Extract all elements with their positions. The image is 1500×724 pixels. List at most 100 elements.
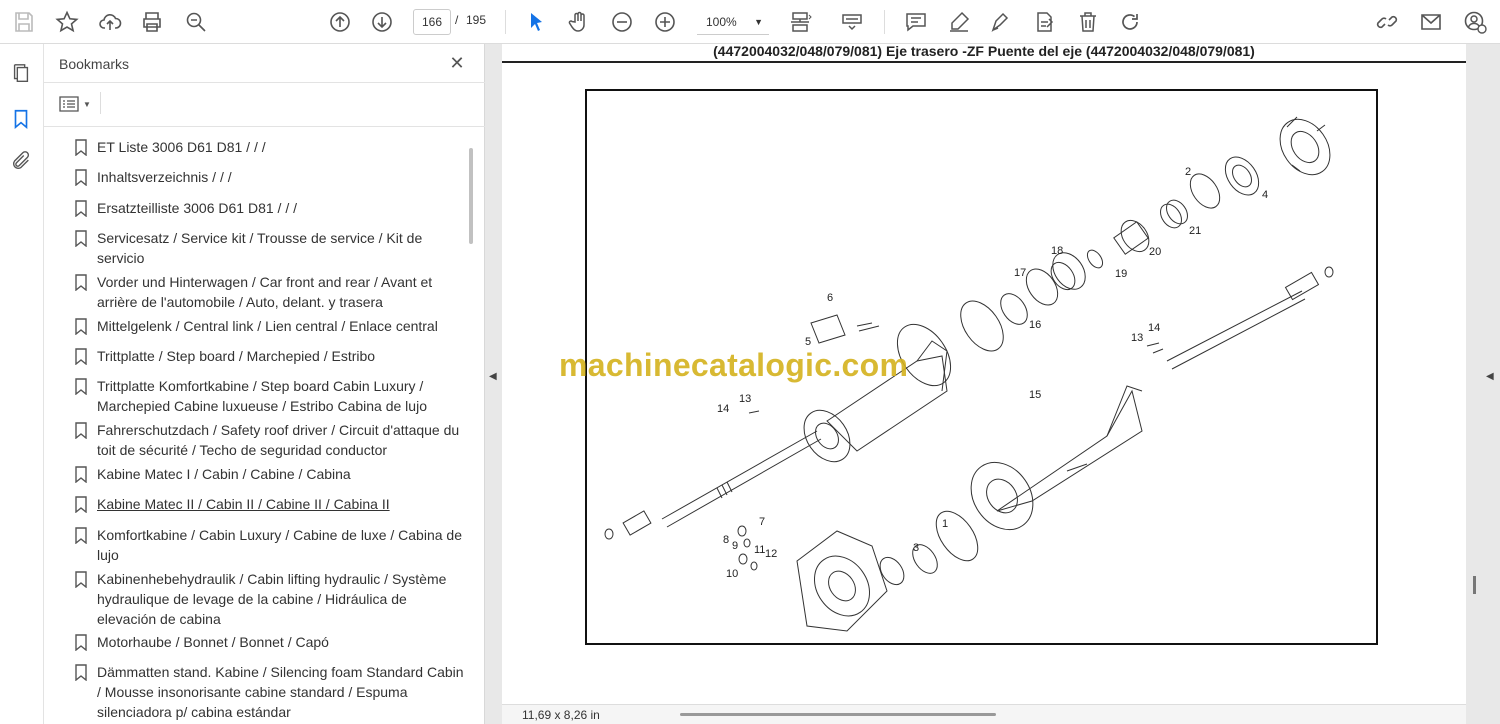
left-navigation-rail (0, 44, 44, 724)
share-link-icon[interactable] (1372, 7, 1402, 37)
collapse-left-icon[interactable]: ◀ (489, 371, 497, 382)
trash-icon[interactable] (1073, 7, 1103, 37)
bookmark-label: Mittelgelenk / Central link / Lien centr… (97, 318, 438, 334)
previous-page-icon[interactable] (325, 7, 355, 37)
callout-label: 12 (765, 548, 777, 560)
top-toolbar: 166 / 195 100% ▼ (0, 0, 1500, 44)
chevron-down-icon: ▼ (754, 17, 763, 27)
bookmark-icon (75, 422, 87, 439)
bookmarks-scrollbar[interactable] (469, 148, 473, 244)
bookmark-icon (75, 466, 87, 483)
zoom-search-icon[interactable] (181, 7, 211, 37)
bookmark-label: Kabinenhebehydraulik / Cabin lifting hyd… (97, 571, 447, 627)
keyboard-scroll-icon[interactable] (837, 7, 867, 37)
toolbar-divider (884, 10, 885, 34)
callout-label: 14 (1148, 322, 1160, 334)
document-viewport: ◀ (4472004032/048/079/081) Eje trasero -… (485, 44, 1500, 724)
panel-title: Bookmarks (59, 56, 130, 72)
bookmark-icon (75, 200, 87, 217)
bookmark-icon (75, 664, 87, 681)
callout-label: 2 (1185, 166, 1191, 178)
star-icon[interactable] (52, 7, 82, 37)
watermark-text: machinecatalogic.com (559, 347, 909, 383)
callout-label: 18 (1051, 245, 1063, 257)
callout-label: 7 (759, 516, 765, 528)
callout-label: 10 (726, 568, 738, 580)
callout-label: 11 (754, 544, 765, 556)
account-help-icon[interactable] (1460, 7, 1490, 37)
bookmark-icon (75, 496, 87, 513)
bookmark-icon (75, 527, 87, 544)
vertical-scrollbar[interactable] (1473, 576, 1476, 594)
edit-stamp-icon[interactable] (1029, 7, 1059, 37)
bookmark-label: Fahrerschutzdach / Safety roof driver / … (97, 422, 460, 458)
callout-label: 3 (913, 542, 919, 554)
page-size-label: 11,69 x 8,26 in (522, 708, 600, 722)
toolbar-divider (505, 10, 506, 34)
callout-label: 4 (1262, 189, 1268, 201)
chevron-down-icon: ▼ (83, 99, 91, 109)
collapse-right-icon[interactable]: ◀ (1486, 371, 1494, 382)
fit-page-icon[interactable] (785, 7, 815, 37)
callout-label: 6 (827, 292, 833, 304)
bookmarks-icon[interactable] (8, 106, 34, 132)
zoom-value: 100% (706, 15, 737, 29)
select-cursor-icon[interactable] (521, 7, 551, 37)
save-icon[interactable] (9, 7, 39, 37)
callout-label: 15 (1029, 389, 1041, 401)
status-bar: 11,69 x 8,26 in (502, 704, 1466, 724)
bookmark-label: Ersatzteilliste 3006 D61 D81 / / / (97, 200, 297, 216)
pdf-page: (4472004032/048/079/081) Eje trasero -ZF… (502, 44, 1466, 724)
redo-icon[interactable] (1115, 7, 1145, 37)
bookmark-label: Komfortkabine / Cabin Luxury / Cabine de… (97, 527, 462, 563)
zoom-out-icon[interactable] (607, 7, 637, 37)
bookmarks-panel: Bookmarks ✕ ▼ ET Liste 3006 D61 D81 / / … (44, 44, 485, 724)
upload-cloud-icon[interactable] (95, 7, 125, 37)
bookmark-label: ET Liste 3006 D61 D81 / / / (97, 139, 266, 155)
callout-label: 20 (1149, 246, 1161, 258)
callout-label: 21 (1189, 225, 1201, 237)
draw-signature-icon[interactable] (986, 7, 1016, 37)
callout-label: 13 (739, 393, 751, 405)
bookmark-list: ET Liste 3006 D61 D81 / / / Inhaltsverze… (44, 127, 466, 724)
bookmark-label: Kabine Matec I / Cabin / Cabine / Cabina (97, 466, 351, 482)
page-separator: / (455, 13, 459, 27)
callout-label: 16 (1029, 319, 1041, 331)
bookmark-icon (75, 571, 87, 588)
page-total: 195 (466, 13, 487, 27)
bookmark-icon (75, 634, 87, 651)
bookmark-label: Trittplatte / Step board / Marchepied / … (97, 348, 376, 364)
callout-label: 14 (717, 403, 729, 415)
bookmark-icon (75, 169, 87, 186)
bookmark-label: Vorder und Hinterwagen / Car front and r… (97, 274, 433, 310)
bookmark-label: Dämmatten stand. Kabine / Silencing foam… (97, 664, 464, 720)
page-number-input[interactable]: 166 (413, 9, 451, 35)
next-page-icon[interactable] (367, 7, 397, 37)
bookmark-icon (75, 139, 87, 156)
zoom-select[interactable]: 100% ▼ (697, 9, 769, 35)
bookmark-options-button[interactable]: ▼ (59, 94, 93, 114)
zoom-in-icon[interactable] (650, 7, 680, 37)
email-icon[interactable] (1416, 7, 1446, 37)
bookmark-icon (75, 318, 87, 335)
highlight-pen-icon[interactable] (944, 7, 974, 37)
bookmark-icon (75, 378, 87, 395)
bookmark-icon (75, 230, 87, 247)
bookmark-label: Trittplatte Komfortkabine / Step board C… (97, 378, 427, 414)
page-thumbnails-icon[interactable] (8, 60, 34, 86)
hand-tool-icon[interactable] (564, 7, 594, 37)
divider (100, 92, 101, 114)
bookmark-label: Inhaltsverzeichnis / / / (97, 169, 232, 185)
horizontal-scrollbar[interactable] (680, 713, 996, 716)
callout-label: 8 (723, 534, 729, 546)
bookmark-icon (75, 348, 87, 365)
bookmark-label: Motorhaube / Bonnet / Bonnet / Capó (97, 634, 329, 650)
close-icon[interactable]: ✕ (447, 53, 467, 73)
page-heading: (4472004032/048/079/081) Eje trasero -ZF… (713, 43, 1255, 59)
print-icon[interactable] (137, 7, 167, 37)
comment-icon[interactable] (901, 7, 931, 37)
attachments-paperclip-icon[interactable] (8, 148, 34, 174)
divider (44, 82, 485, 83)
heading-rule (502, 61, 1466, 63)
callout-label: 1 (942, 518, 948, 530)
